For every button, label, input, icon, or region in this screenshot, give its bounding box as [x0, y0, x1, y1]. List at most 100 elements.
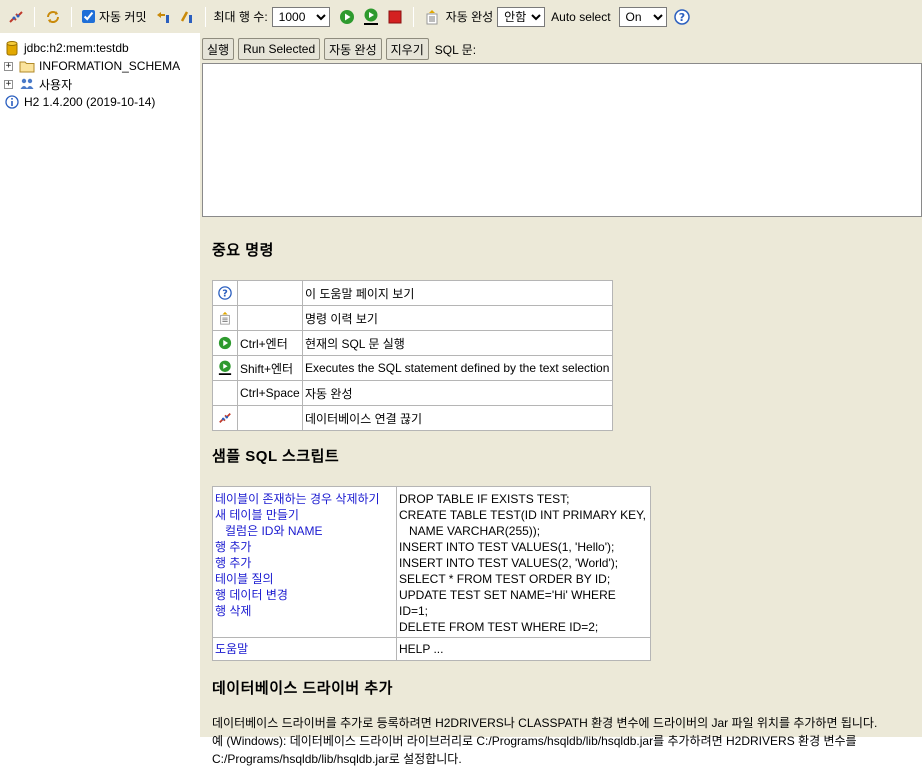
tree-users[interactable]: + 사용자 [4, 75, 200, 93]
expand-icon[interactable]: + [4, 61, 13, 71]
command-desc: 데이터베이스 연결 끊기 [302, 405, 613, 431]
sample-link[interactable]: 테이블 질의 [215, 571, 394, 587]
auto-commit-label: 자동 커밋 [99, 10, 147, 24]
help-section: 중요 명령 ? 이 도움말 페이지 보기 명령 이력 보기 Ctrl+엔터 현재… [212, 229, 922, 768]
command-desc: 이 도움말 페이지 보기 [302, 280, 613, 306]
users-icon [19, 76, 35, 92]
schema-tree: jdbc:h2:mem:testdb + INFORMATION_SCHEMA … [0, 33, 200, 737]
sample-link[interactable]: 행 추가 [215, 555, 394, 571]
run-selected-button[interactable]: Run Selected [238, 38, 321, 60]
run-button[interactable]: 실행 [202, 38, 235, 60]
sample-link[interactable]: 테이블이 존재하는 경우 삭제하기 [215, 491, 394, 507]
sample-sql-line: CREATE TABLE TEST(ID INT PRIMARY KEY, [399, 508, 646, 522]
sample-sql-line: INSERT INTO TEST VALUES(2, 'World'); [399, 556, 619, 570]
tree-connection[interactable]: jdbc:h2:mem:testdb [4, 39, 200, 57]
command-desc: 명령 이력 보기 [302, 305, 613, 331]
sample-sql-line: DROP TABLE IF EXISTS TEST; [399, 492, 570, 506]
command-icon-cell [212, 305, 238, 331]
table-row: 테이블이 존재하는 경우 삭제하기 새 테이블 만들기 컬럼은 ID와 NAME… [212, 486, 651, 638]
sql-editor[interactable] [202, 63, 922, 217]
version-label: H2 1.4.200 (2019-10-14) [24, 95, 156, 109]
command-key [237, 305, 303, 331]
command-desc: Executes the SQL statement defined by th… [302, 355, 613, 381]
help-link-cell: 도움말 [212, 637, 397, 661]
run-icon [218, 336, 232, 350]
sample-sql-cell[interactable]: DROP TABLE IF EXISTS TEST; CREATE TABLE … [396, 486, 651, 638]
connection-label: jdbc:h2:mem:testdb [24, 41, 129, 55]
table-row: ? 이 도움말 페이지 보기 [212, 280, 613, 306]
svg-text:?: ? [222, 289, 228, 300]
stop-icon[interactable] [386, 8, 404, 26]
query-panel: 실행 Run Selected 자동 완성 지우기 SQL 문: 중요 명령 ?… [200, 33, 922, 766]
disconnect-icon [219, 413, 231, 423]
clear-button[interactable]: 지우기 [385, 38, 429, 60]
driver-paragraph: 데이터베이스 드라이버를 추가로 등록하려면 H2DRIVERS나 CLASSP… [212, 714, 922, 768]
toolbar-separator [71, 6, 72, 27]
sample-link[interactable]: 행 삭제 [215, 603, 394, 619]
command-icon-cell [212, 330, 238, 356]
important-commands-title: 중요 명령 [212, 242, 274, 259]
command-icon-cell [212, 355, 238, 381]
info-icon [4, 94, 20, 110]
run-icon[interactable] [338, 8, 356, 26]
max-rows-select[interactable]: 1000 [271, 6, 330, 27]
table-row: Ctrl+Space 자동 완성 [212, 380, 613, 406]
sample-sql-line: UPDATE TEST SET NAME='Hi' WHERE ID=1; [399, 588, 616, 618]
sql-statement-label: SQL 문: [434, 42, 477, 57]
folder-icon [19, 58, 35, 74]
tree-schema-information[interactable]: + INFORMATION_SCHEMA [4, 57, 200, 75]
table-row: Ctrl+엔터 현재의 SQL 문 실행 [212, 330, 613, 356]
users-label: 사용자 [39, 77, 73, 92]
help-link[interactable]: 도움말 [215, 642, 248, 656]
toolbar-separator [204, 6, 206, 27]
history-icon[interactable] [423, 8, 441, 26]
run-selected-icon[interactable] [362, 8, 380, 26]
command-desc: 현재의 SQL 문 실행 [302, 330, 613, 356]
expand-icon[interactable]: + [4, 79, 13, 89]
sample-sql-line: INSERT INTO TEST VALUES(1, 'Hello'); [399, 540, 615, 554]
disconnect-icon[interactable] [7, 8, 25, 26]
command-key [237, 405, 303, 431]
command-desc: 자동 완성 [302, 380, 613, 406]
help-icon[interactable]: ? [673, 8, 691, 26]
history-icon [220, 311, 230, 325]
sample-sql-table: 테이블이 존재하는 경우 삭제하기 새 테이블 만들기 컬럼은 ID와 NAME… [212, 486, 651, 661]
sample-labels-cell: 테이블이 존재하는 경우 삭제하기 새 테이블 만들기 컬럼은 ID와 NAME… [212, 486, 397, 638]
sample-link[interactable]: 새 테이블 만들기 [215, 507, 394, 523]
command-key [237, 280, 303, 306]
refresh-icon[interactable] [44, 8, 62, 26]
sample-link[interactable]: 컬럼은 ID와 NAME [215, 523, 394, 539]
help-icon: ? [218, 286, 232, 300]
command-key: Ctrl+Space [237, 380, 303, 406]
auto-select-label: Auto select [551, 9, 611, 24]
table-row: Shift+엔터 Executes the SQL statement defi… [212, 355, 613, 381]
auto-complete-select[interactable]: 안함 [497, 6, 546, 27]
rollback-icon[interactable] [154, 8, 172, 26]
svg-text:?: ? [678, 11, 684, 24]
table-row: 데이터베이스 연결 끊기 [212, 405, 613, 431]
commands-table: ? 이 도움말 페이지 보기 명령 이력 보기 Ctrl+엔터 현재의 SQL … [212, 280, 613, 431]
command-icon-cell [212, 380, 238, 406]
auto-complete-button[interactable]: 자동 완성 [324, 38, 382, 60]
max-rows-label: 최대 행 수: [213, 10, 268, 24]
toolbar-separator [412, 6, 414, 27]
driver-title: 데이터베이스 드라이버 추가 [212, 680, 393, 697]
command-bar: 실행 Run Selected 자동 완성 지우기 SQL 문: [200, 37, 476, 61]
toolbar: 자동 커밋 최대 행 수: 1000 자동 완성 안함 Auto select … [0, 0, 922, 33]
table-row: 도움말 HELP ... [212, 637, 651, 661]
database-icon [4, 40, 20, 56]
sample-link[interactable]: 행 데이터 변경 [215, 587, 394, 603]
help-sql-cell[interactable]: HELP ... [396, 637, 651, 661]
run-selected-icon [218, 360, 232, 375]
toolbar-separator [34, 6, 35, 27]
sample-link[interactable]: 행 추가 [215, 539, 394, 555]
auto-complete-label: 자동 완성 [445, 10, 494, 24]
commit-icon[interactable] [178, 8, 196, 26]
sample-sql-line: DELETE FROM TEST WHERE ID=2; [399, 620, 599, 634]
command-icon-cell [212, 405, 238, 431]
auto-commit-checkbox[interactable] [82, 10, 95, 23]
auto-select-select[interactable]: On [618, 6, 667, 27]
driver-text-line: 데이터베이스 드라이버를 추가로 등록하려면 H2DRIVERS나 CLASSP… [212, 716, 878, 730]
command-icon-cell: ? [212, 280, 238, 306]
sample-sql-title: 샘플 SQL 스크립트 [212, 448, 340, 465]
